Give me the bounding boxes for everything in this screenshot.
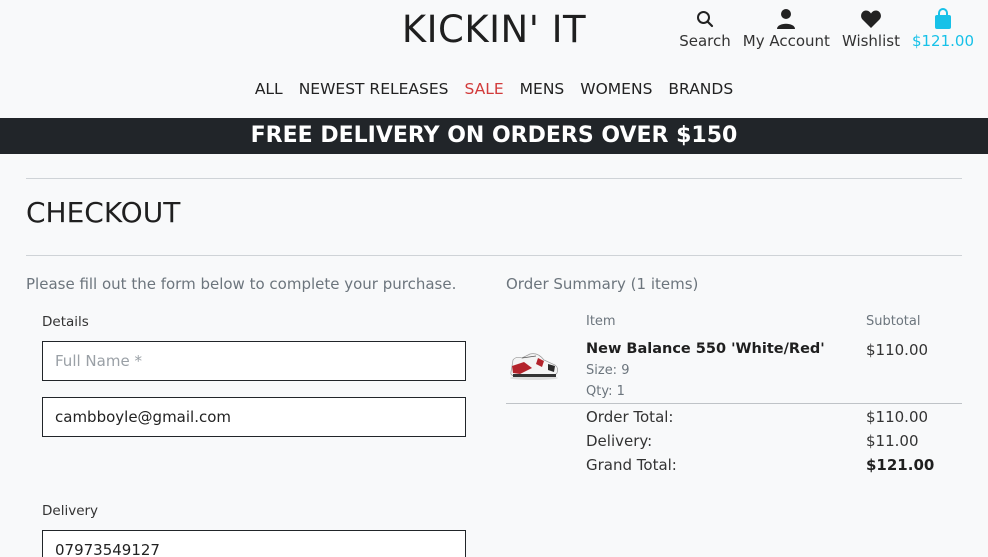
account-link[interactable]: My Account — [743, 6, 830, 50]
delivery-label: Delivery — [42, 503, 99, 519]
full-name-input[interactable] — [42, 341, 466, 381]
page-title: CHECKOUT — [26, 196, 181, 229]
order-summary-title: Order Summary (1 items) — [506, 275, 699, 293]
account-label: My Account — [742, 32, 830, 50]
order-total-label: Order Total: — [586, 408, 674, 426]
nav-item-all[interactable]: ALL — [255, 80, 283, 98]
search-link[interactable]: Search — [679, 6, 731, 50]
header-icons: Search My Account Wishlist $121.00 — [679, 6, 974, 50]
delivery-cost-label: Delivery: — [586, 432, 653, 450]
nav-item-mens[interactable]: MENS — [520, 80, 565, 98]
nav-item-newest-releases[interactable]: NEWEST RELEASES — [299, 80, 449, 98]
details-label: Details — [42, 314, 89, 330]
item-subtotal: $110.00 — [866, 341, 929, 359]
phone-input[interactable] — [42, 530, 466, 557]
column-header-subtotal: Subtotal — [866, 314, 921, 329]
wishlist-link[interactable]: Wishlist — [842, 6, 900, 50]
order-total-value: $110.00 — [866, 408, 929, 426]
shopping-bag-icon — [933, 6, 953, 32]
item-size: Size: 9 — [586, 363, 630, 378]
product-image-sneaker — [510, 353, 559, 380]
user-icon — [776, 6, 796, 32]
delivery-banner: FREE DELIVERY ON ORDERS OVER $150 — [0, 118, 988, 154]
nav-item-sale[interactable]: SALE — [465, 80, 504, 98]
cart-link[interactable]: $121.00 — [912, 6, 974, 50]
email-input[interactable] — [42, 397, 466, 437]
divider-top — [26, 178, 962, 179]
cart-total: $121.00 — [911, 32, 974, 50]
nav-item-womens[interactable]: WOMENS — [580, 80, 652, 98]
search-icon — [696, 6, 714, 32]
search-label: Search — [679, 32, 731, 50]
heart-icon — [860, 6, 882, 32]
divider-title — [26, 255, 962, 256]
checkout-intro: Please fill out the form below to comple… — [26, 275, 457, 293]
wishlist-label: Wishlist — [841, 32, 900, 50]
item-name[interactable]: New Balance 550 'White/Red' — [586, 341, 825, 357]
grand-total-label: Grand Total: — [586, 456, 677, 474]
grand-total-value: $121.00 — [866, 456, 935, 474]
column-header-item: Item — [586, 314, 616, 329]
delivery-cost-value: $11.00 — [866, 432, 919, 450]
nav-item-brands[interactable]: BRANDS — [668, 80, 733, 98]
main-nav: ALL NEWEST RELEASES SALE MENS WOMENS BRA… — [0, 80, 988, 98]
summary-divider — [506, 403, 962, 404]
item-qty: Qty: 1 — [586, 384, 625, 399]
